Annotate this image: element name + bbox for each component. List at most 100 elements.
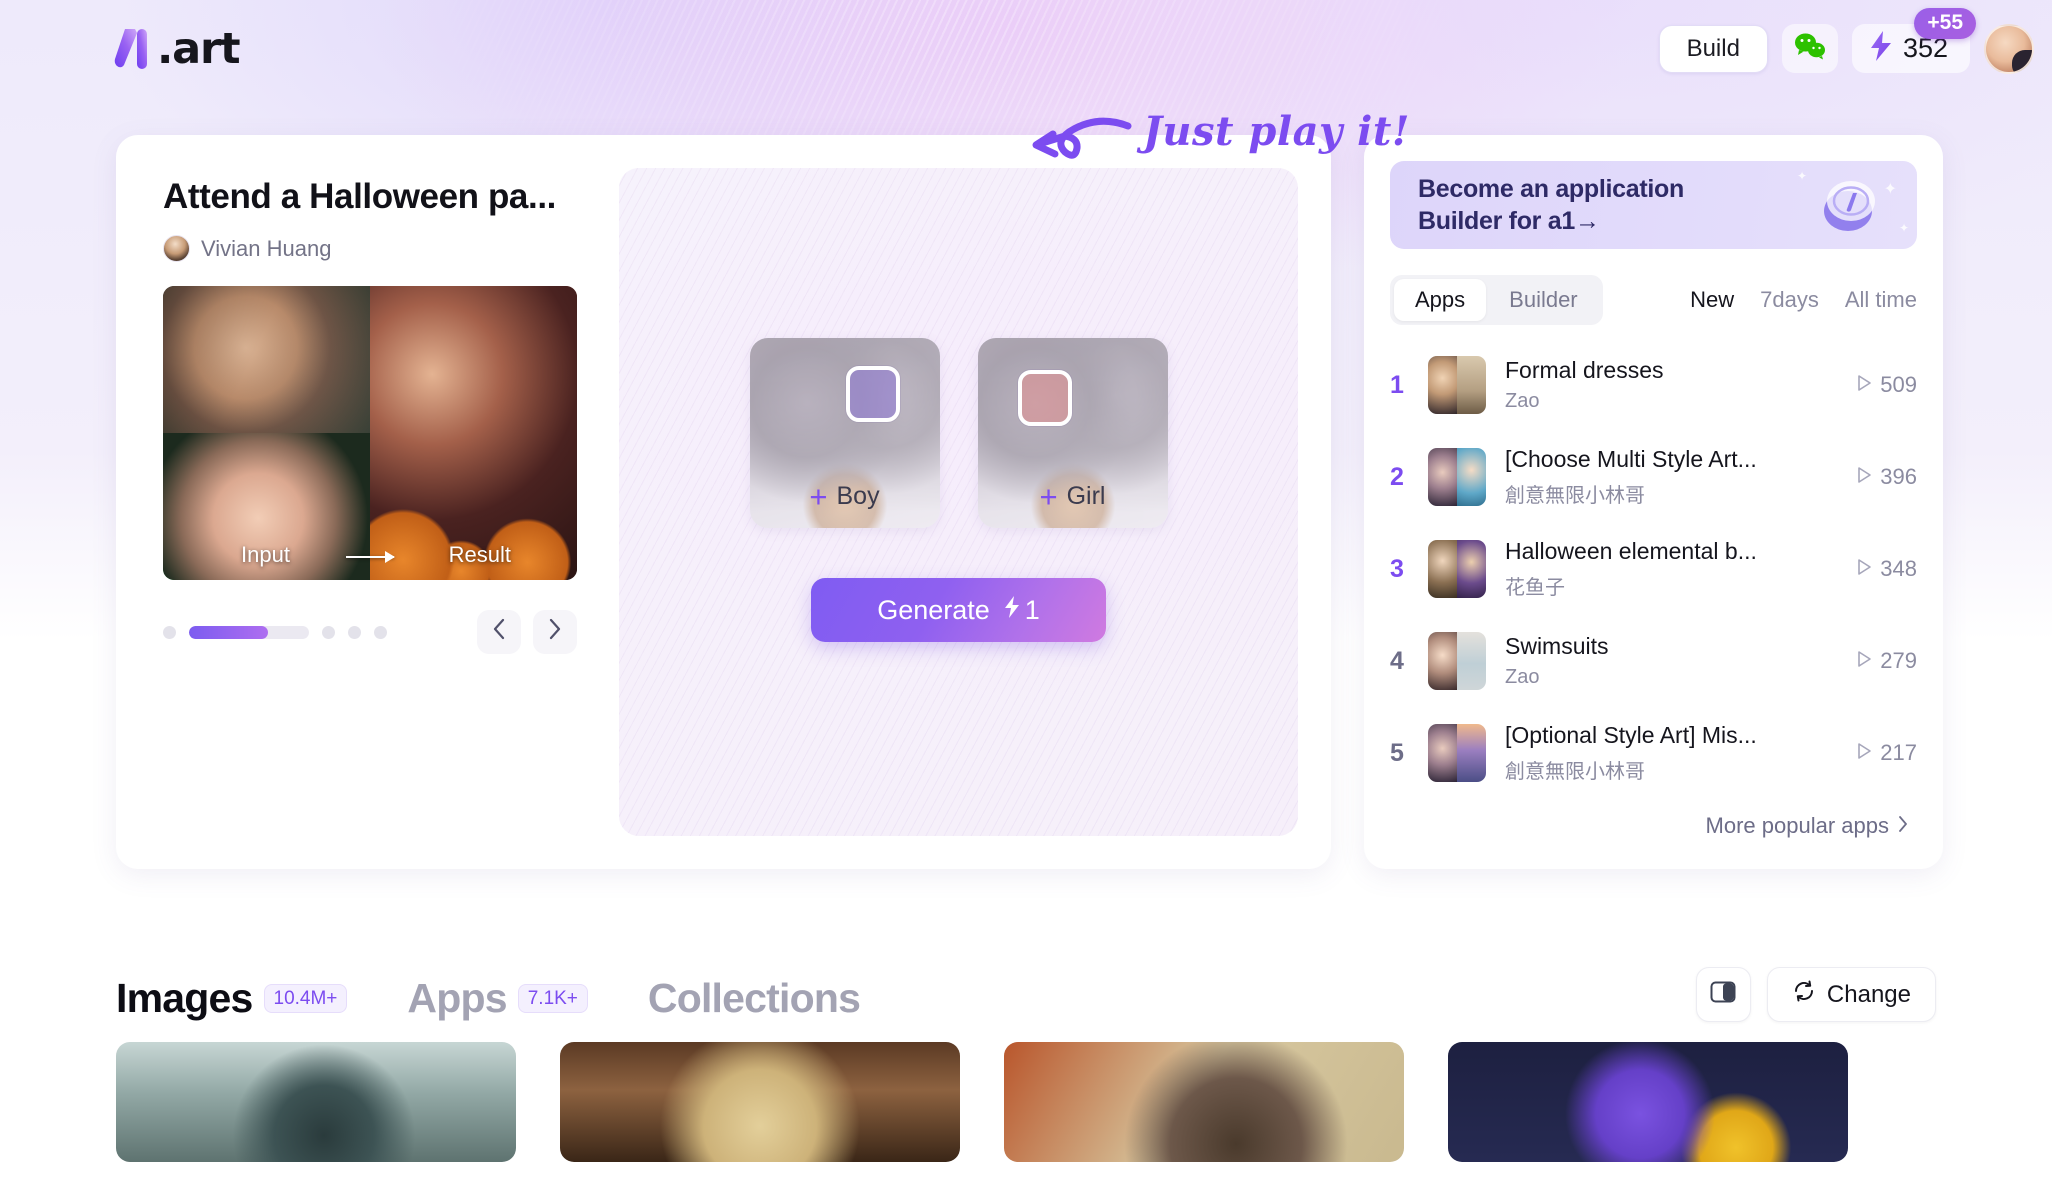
app-author: 花鱼子 bbox=[1505, 577, 1565, 599]
tab-apps[interactable]: Apps bbox=[1394, 279, 1487, 321]
change-label: Change bbox=[1826, 980, 1911, 1008]
carousel-dot[interactable] bbox=[322, 625, 335, 639]
upload-slot-boy[interactable]: + Boy bbox=[749, 338, 940, 528]
browse-section: Images 10.4M+ Apps 7.1K+ Collections Cha… bbox=[0, 905, 2052, 1187]
tab-apps-label: Apps bbox=[407, 975, 507, 1021]
carousel-dot[interactable] bbox=[348, 625, 361, 639]
chevron-left-icon bbox=[492, 618, 506, 646]
brand-name: .art bbox=[157, 23, 241, 74]
tab-collections-label: Collections bbox=[647, 975, 861, 1021]
rank-number: 3 bbox=[1390, 554, 1404, 583]
list-item[interactable]: 5 [Optional Style Art] Mis... 創意無限小林哥 21… bbox=[1390, 707, 1917, 799]
preview-input-side bbox=[163, 286, 370, 581]
hero-section: Attend a Halloween pa... Vivian Huang In… bbox=[116, 135, 1943, 869]
app-info: Formal dresses Zao bbox=[1505, 357, 1856, 413]
more-apps-row: More popular apps bbox=[1390, 799, 1917, 861]
app-thumbnail bbox=[1428, 540, 1486, 598]
browse-tabs-row: Images 10.4M+ Apps 7.1K+ Collections Cha… bbox=[0, 905, 2052, 1022]
list-item[interactable]: 4 Swimsuits Zao 279 bbox=[1390, 615, 1917, 707]
play-count-value: 396 bbox=[1880, 464, 1917, 489]
app-info: Halloween elemental b... 花鱼子 bbox=[1505, 538, 1856, 600]
builder-promo-text: Become an application Builder for a1→ bbox=[1418, 173, 1684, 237]
carousel-dot[interactable] bbox=[163, 625, 176, 639]
a1-coin-icon bbox=[1817, 171, 1883, 237]
gallery-item[interactable] bbox=[1004, 1042, 1404, 1162]
play-count-value: 348 bbox=[1880, 556, 1917, 581]
result-photo bbox=[370, 286, 577, 581]
play-count-value: 279 bbox=[1880, 648, 1917, 673]
carousel-controls bbox=[163, 610, 577, 655]
app-info: [Choose Multi Style Art... 創意無限小林哥 bbox=[1505, 446, 1856, 508]
tab-apps[interactable]: Apps 7.1K+ bbox=[407, 975, 588, 1022]
refresh-icon bbox=[1792, 979, 1816, 1010]
list-item[interactable]: 2 [Choose Multi Style Art... 創意無限小林哥 396 bbox=[1390, 431, 1917, 523]
carousel-prev-button[interactable] bbox=[477, 610, 521, 655]
browse-controls: Change bbox=[1695, 967, 1936, 1022]
rank-tabs: Apps Builder bbox=[1390, 275, 1603, 325]
play-count: 279 bbox=[1856, 648, 1917, 674]
app-thumbnail bbox=[1428, 356, 1486, 414]
gallery-item[interactable] bbox=[560, 1042, 960, 1162]
slot-label-text: Girl bbox=[1066, 482, 1106, 510]
more-popular-apps-link[interactable]: More popular apps bbox=[1706, 813, 1909, 839]
play-icon bbox=[1856, 648, 1872, 674]
tab-builder[interactable]: Builder bbox=[1488, 279, 1598, 321]
play-count: 217 bbox=[1856, 740, 1917, 766]
app-thumbnail bbox=[1428, 632, 1486, 690]
list-item[interactable]: 1 Formal dresses Zao 509 bbox=[1390, 339, 1917, 431]
app-author: Zao bbox=[1505, 390, 1540, 412]
author-name: Vivian Huang bbox=[201, 235, 332, 261]
upload-slots: + Boy + Girl bbox=[749, 338, 1168, 528]
sparkle-icon: ✦ bbox=[1898, 221, 1909, 235]
tab-collections[interactable]: Collections bbox=[647, 975, 861, 1022]
app-title: Swimsuits bbox=[1505, 633, 1609, 659]
build-button[interactable]: Build bbox=[1658, 24, 1768, 73]
change-button[interactable]: Change bbox=[1766, 967, 1936, 1022]
panel-layout-icon bbox=[1710, 980, 1736, 1009]
app-author[interactable]: Vivian Huang bbox=[163, 235, 619, 263]
a1-logo-icon bbox=[113, 27, 155, 71]
play-icon bbox=[1856, 556, 1872, 582]
face-frame-icon bbox=[1017, 370, 1072, 426]
filter-7days[interactable]: 7days bbox=[1760, 287, 1819, 313]
generate-cost-value: 1 bbox=[1024, 594, 1040, 625]
generate-label: Generate bbox=[877, 594, 990, 625]
promo-line-2: Builder for a1→ bbox=[1418, 207, 1600, 235]
more-popular-apps-label: More popular apps bbox=[1705, 813, 1889, 838]
upload-slot-girl[interactable]: + Girl bbox=[977, 338, 1168, 528]
play-icon bbox=[1856, 740, 1872, 766]
rank-number: 2 bbox=[1390, 462, 1404, 491]
header-actions: Build 352 +55 bbox=[1658, 8, 2034, 74]
gallery-item[interactable] bbox=[116, 1042, 516, 1162]
tab-apps-count: 7.1K+ bbox=[517, 984, 588, 1013]
app-title: Halloween elemental b... bbox=[1505, 538, 1757, 564]
list-item[interactable]: 3 Halloween elemental b... 花鱼子 348 bbox=[1390, 523, 1917, 615]
credits-chip[interactable]: 352 +55 bbox=[1851, 8, 1976, 73]
carousel-next-button[interactable] bbox=[533, 610, 577, 655]
input-photo-1 bbox=[163, 286, 370, 434]
filter-all-time[interactable]: All time bbox=[1845, 287, 1917, 313]
gallery-item[interactable] bbox=[1448, 1042, 1848, 1162]
arrow-right-icon bbox=[346, 551, 395, 564]
carousel-dot-active[interactable] bbox=[189, 625, 309, 639]
play-icon bbox=[1856, 372, 1872, 398]
builder-promo-banner[interactable]: Become an application Builder for a1→ ✦ … bbox=[1390, 161, 1917, 249]
wechat-button[interactable] bbox=[1781, 24, 1838, 73]
generation-panel: + Boy + Girl Generate 1 bbox=[619, 168, 1298, 836]
brand-logo[interactable]: .art bbox=[113, 23, 241, 74]
play-count: 509 bbox=[1856, 372, 1917, 398]
rank-number: 5 bbox=[1390, 738, 1404, 767]
rank-number: 1 bbox=[1390, 370, 1404, 399]
avatar[interactable] bbox=[1984, 23, 2034, 74]
tab-images[interactable]: Images 10.4M+ bbox=[116, 975, 348, 1022]
play-count-value: 217 bbox=[1880, 740, 1917, 765]
generate-button[interactable]: Generate 1 bbox=[811, 578, 1106, 642]
app-thumbnail bbox=[1428, 724, 1486, 782]
lightning-bolt-icon bbox=[1868, 30, 1894, 67]
sparkle-icon: ✦ bbox=[1796, 169, 1807, 183]
filter-new[interactable]: New bbox=[1690, 287, 1734, 313]
app-thumbnail bbox=[1428, 448, 1486, 506]
layout-toggle-button[interactable] bbox=[1695, 967, 1751, 1022]
carousel-dot[interactable] bbox=[374, 625, 387, 639]
before-after-preview[interactable]: Input Result bbox=[163, 286, 577, 581]
